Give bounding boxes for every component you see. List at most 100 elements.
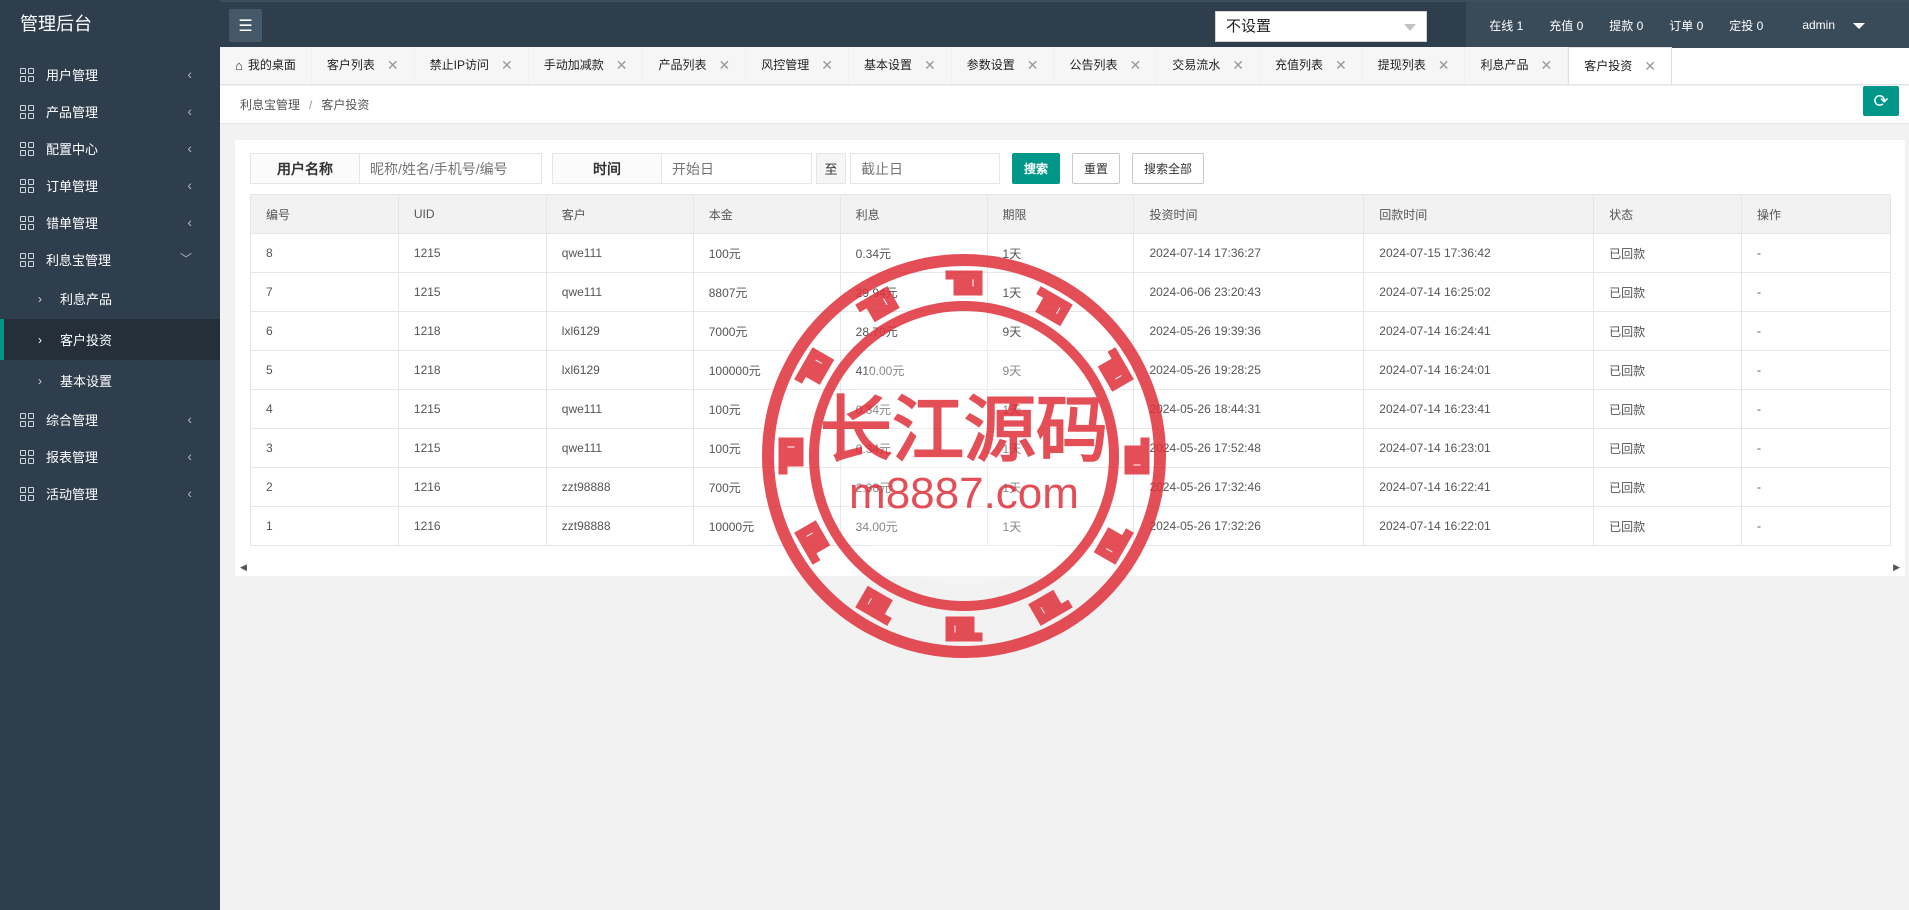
tab-basic-settings[interactable]: 基本设置 ✕: [848, 47, 952, 84]
sidebar-subitem-interest-products[interactable]: › 利息产品: [0, 278, 220, 319]
tab-recharge-list[interactable]: 充值列表 ✕: [1259, 47, 1363, 84]
tab-label: 禁止IP访问: [429, 58, 489, 72]
sidebar-subitem-customer-investment[interactable]: › 客户投资: [0, 319, 220, 360]
close-icon[interactable]: ✕: [1335, 47, 1347, 84]
table-cell: 0.34元: [839, 428, 988, 468]
tab-desktop[interactable]: ⌂ 我的桌面: [220, 47, 312, 84]
close-icon[interactable]: ✕: [821, 47, 833, 84]
close-icon[interactable]: ✕: [924, 47, 936, 84]
tab-ip-ban[interactable]: 禁止IP访问 ✕: [414, 47, 529, 84]
close-icon[interactable]: ✕: [1129, 47, 1141, 84]
table-cell: 2024-05-26 17:52:48: [1133, 428, 1365, 468]
tab-label: 我的桌面: [247, 58, 296, 72]
search-all-button[interactable]: 搜索全部: [1132, 153, 1205, 184]
tab-product-list[interactable]: 产品列表 ✕: [643, 47, 747, 84]
end-date-input[interactable]: [850, 153, 1000, 184]
table-row: 1 1216 zzt98888 10000元 34.00元 1天 2024-05-26 17…: [250, 506, 1891, 546]
table-cell: 6: [250, 311, 399, 351]
horizontal-scrollbar[interactable]: ◀ ▶: [240, 562, 1900, 572]
tab-manual-adjust[interactable]: 手动加减款 ✕: [528, 47, 644, 84]
sidebar-subitem-label: 客户投资: [60, 333, 113, 348]
tab-label: 利息产品: [1480, 58, 1529, 72]
table-cell: 2024-07-14 16:24:41: [1363, 311, 1595, 351]
stat-withdraw[interactable]: 提款 0: [1609, 17, 1643, 34]
sidebar-item-activity-management[interactable]: 活动管理 ‹: [0, 475, 220, 512]
sidebar-subitem-label: 利息产品: [60, 292, 113, 307]
sidebar-item-general-management[interactable]: 综合管理 ‹: [0, 401, 220, 438]
close-icon[interactable]: ✕: [387, 47, 399, 84]
table-cell: zzt98888: [545, 506, 694, 546]
tab-transactions[interactable]: 交易流水 ✕: [1157, 47, 1260, 84]
top-select[interactable]: 不设置: [1215, 11, 1427, 42]
start-date-input[interactable]: [662, 153, 812, 184]
close-icon[interactable]: ✕: [1540, 47, 1552, 84]
scroll-right-icon[interactable]: ▶: [1893, 562, 1900, 573]
sidebar-item-product-management[interactable]: 产品管理 ‹: [0, 93, 220, 130]
tab-announcements[interactable]: 公告列表 ✕: [1054, 47, 1158, 84]
table-cell: lxl6129: [545, 350, 694, 390]
refresh-icon[interactable]: ⟳: [1863, 86, 1899, 116]
column-header: 客户: [545, 194, 694, 234]
stat-orders[interactable]: 订单 0: [1669, 17, 1703, 34]
column-header: 期限: [986, 194, 1135, 234]
sidebar-item-config-center[interactable]: 配置中心 ‹: [0, 130, 220, 167]
reset-button[interactable]: 重置: [1072, 153, 1121, 184]
scroll-left-icon[interactable]: ◀: [240, 562, 247, 573]
column-header: UID: [397, 194, 547, 234]
sidebar-item-label: 产品管理: [46, 105, 99, 120]
breadcrumb-parent[interactable]: 利息宝管理: [240, 98, 300, 112]
user-menu[interactable]: admin: [1789, 18, 1878, 32]
table-cell: 1: [250, 506, 399, 546]
chevron-left-icon: ‹: [187, 103, 192, 119]
close-icon[interactable]: ✕: [1027, 47, 1039, 84]
stat-recharge[interactable]: 充值 0: [1549, 17, 1583, 34]
tab-customer-investment[interactable]: 客户投资 ✕: [1568, 47, 1672, 84]
table-cell: zzt98888: [545, 467, 694, 507]
sidebar-item-report-management[interactable]: 报表管理 ‹: [0, 438, 220, 475]
table-cell: lxl6129: [545, 311, 694, 351]
filter-bar: 用户名称 时间 至 搜索 重置 搜索全部: [250, 153, 1205, 184]
chevron-left-icon: ‹: [187, 177, 192, 193]
tab-customer-list[interactable]: 客户列表 ✕: [311, 47, 415, 84]
search-button[interactable]: 搜索: [1012, 153, 1061, 184]
sidebar-subitem-basic-settings[interactable]: › 基本设置: [0, 360, 220, 401]
caret-down-icon: [1853, 22, 1865, 29]
tab-interest-products[interactable]: 利息产品 ✕: [1465, 47, 1569, 84]
top-stats: 在线 1 充值 0 提款 0 订单 0 定投 0 admin: [1466, 2, 1909, 48]
stat-fixed-invest[interactable]: 定投 0: [1729, 17, 1763, 34]
stat-online[interactable]: 在线 1: [1489, 17, 1523, 34]
table-cell: 0.34元: [839, 389, 988, 429]
tab-risk-control[interactable]: 风控管理 ✕: [746, 47, 849, 84]
caret-down-icon: [1404, 24, 1416, 31]
close-icon[interactable]: ✕: [616, 47, 628, 84]
column-header: 状态: [1593, 194, 1743, 234]
tab-bar: ⌂ 我的桌面 客户列表 ✕ 禁止IP访问 ✕ 手动加减款 ✕ 产品列表 ✕ 风控管理 ✕ 基…: [220, 47, 1909, 85]
tab-withdraw-list[interactable]: 提现列表 ✕: [1362, 47, 1466, 84]
close-icon[interactable]: ✕: [1644, 48, 1656, 85]
close-icon[interactable]: ✕: [718, 47, 730, 84]
table-cell: -: [1741, 467, 1891, 507]
tab-param-settings[interactable]: 参数设置 ✕: [951, 47, 1055, 84]
table-cell: 1天: [986, 389, 1135, 429]
time-label: 时间: [552, 153, 662, 184]
table-cell: 2.38元: [839, 467, 988, 507]
sidebar-item-user-management[interactable]: 用户管理 ‹: [0, 56, 220, 93]
sidebar-item-interest-management[interactable]: 利息宝管理 ﹀: [0, 241, 220, 278]
table-cell: 8807元: [692, 272, 841, 312]
close-icon[interactable]: ✕: [501, 47, 513, 84]
sidebar-item-error-order-management[interactable]: 错单管理 ‹: [0, 204, 220, 241]
sidebar-item-order-management[interactable]: 订单管理 ‹: [0, 167, 220, 204]
username-input[interactable]: [360, 153, 542, 184]
grid-icon: [20, 486, 34, 501]
table-row: 5 1218 lxl6129 100000元 410.00元 9天 2024-05-26 1…: [250, 350, 1891, 390]
menu-toggle-icon[interactable]: ☰: [229, 9, 262, 42]
close-icon[interactable]: ✕: [1438, 47, 1450, 84]
table-cell: 28.70元: [839, 311, 988, 351]
top-bar: ☰ 不设置 在线 1 充值 0 提款 0 订单 0 定投 0 admin: [220, 0, 1909, 48]
close-icon[interactable]: ✕: [1232, 47, 1244, 84]
table-cell: 2024-06-06 23:20:43: [1133, 272, 1365, 312]
top-select-value: 不设置: [1226, 18, 1272, 35]
table-cell: 0.34元: [839, 233, 988, 273]
table-cell: 5: [250, 350, 399, 390]
table-cell: 9天: [986, 311, 1135, 351]
